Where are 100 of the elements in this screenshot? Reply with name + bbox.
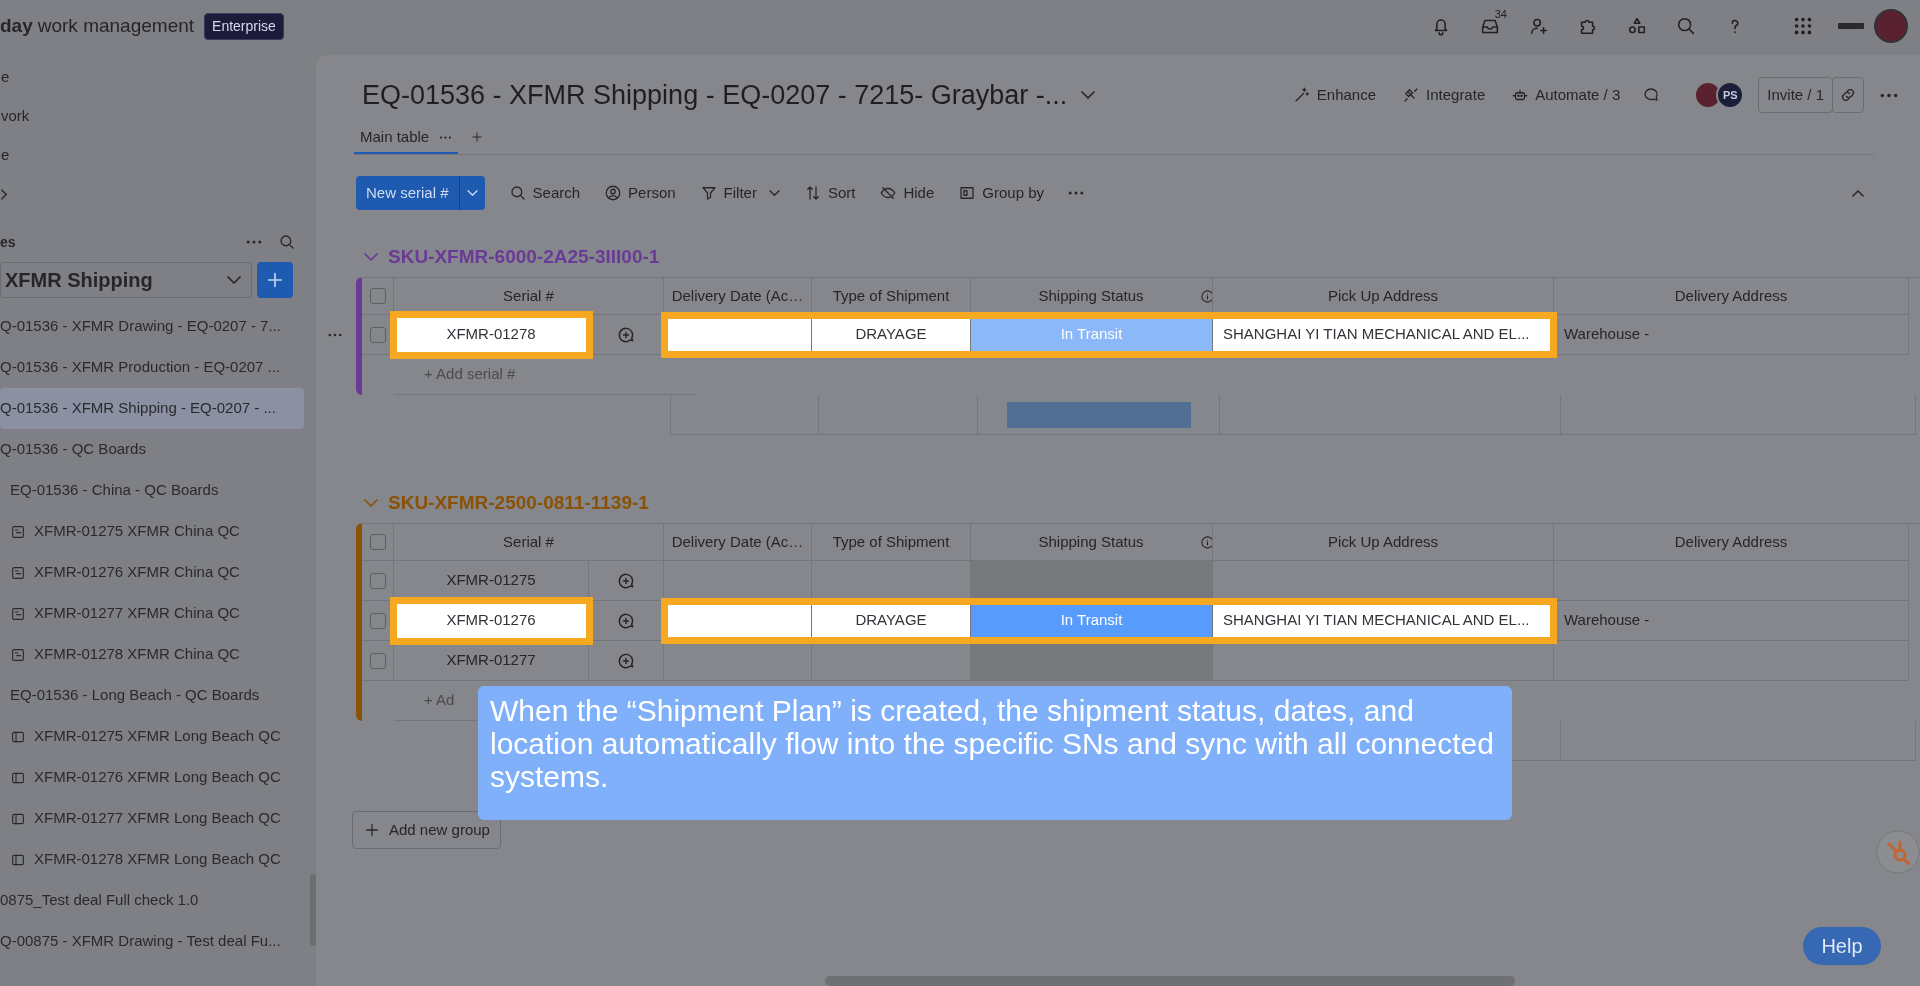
form-icon [10, 523, 26, 540]
enhance-button[interactable]: Enhance [1292, 83, 1376, 107]
tooltip-callout: When the “Shipment Plan” is created, the shipment status, dates, and location automatically flow into the specific SNs and sync with all connected systems. [478, 686, 1512, 820]
sidebar-item[interactable]: Q-01536 - XFMR Shipping - EQ-0207 - ... [0, 388, 304, 429]
caret-icon [768, 190, 780, 196]
user-avatar[interactable] [1874, 9, 1908, 43]
sidebar-nav-item[interactable]: e [1, 144, 10, 167]
plus-icon [470, 130, 485, 144]
column-header[interactable]: Delivery Address [1674, 284, 1788, 308]
more-button[interactable] [1068, 191, 1084, 195]
comment-icon [1642, 86, 1661, 104]
collapse-icon [1852, 189, 1864, 197]
sidebar-item[interactable]: XFMR-01277 XFMR Long Beach QC [0, 798, 304, 839]
person-tool-button[interactable]: Person [604, 181, 676, 205]
sidebar-item[interactable]: XFMR-01275 XFMR China QC [0, 511, 304, 552]
group-title[interactable]: SKU-XFMR-6000-2A25-3III00-1 [388, 242, 660, 272]
view-tab[interactable]: Main table [354, 122, 459, 154]
status-cell[interactable] [971, 641, 1213, 681]
inbox-count: 34 [1494, 7, 1507, 22]
search-tool-button[interactable]: Search [508, 181, 581, 205]
person-icon [604, 184, 623, 202]
select-all-checkbox[interactable] [369, 288, 386, 304]
row-checkbox[interactable] [369, 652, 386, 669]
sidebar-item[interactable]: 0875_Test deal Full check 1.0 [0, 880, 304, 921]
integrate-button[interactable]: Integrate [1402, 83, 1486, 107]
sidebar-nav-item[interactable]: e [1, 66, 10, 89]
comments-button[interactable] [1642, 86, 1661, 104]
column-header[interactable]: Pick Up Address [1327, 284, 1438, 308]
row-checkbox[interactable] [369, 326, 386, 343]
member-avatar: PS [1716, 81, 1745, 109]
form-icon [10, 646, 26, 663]
group-icon [958, 184, 977, 202]
eye-off-icon [879, 184, 898, 202]
sidebar-item[interactable]: Q-01536 - QC Boards [0, 429, 304, 470]
sidebar-item[interactable]: Q-00875 - XFMR Drawing - Test deal Fu... [0, 921, 304, 962]
status-cell[interactable] [971, 561, 1213, 601]
hide-tool-button[interactable]: Hide [879, 181, 935, 205]
sidebar-item[interactable]: XFMR-01276 XFMR Long Beach QC [0, 757, 304, 798]
column-header[interactable]: Shipping Status [1038, 284, 1144, 308]
chevron-right-icon [1, 189, 7, 200]
sidebar-item[interactable]: XFMR-01278 XFMR China QC [0, 634, 304, 675]
help-button[interactable]: Help [1803, 927, 1881, 965]
search-icon [1675, 15, 1697, 37]
link-icon [1839, 86, 1857, 104]
copy-link-button[interactable] [1832, 77, 1864, 113]
sidebar-item[interactable]: XFMR-01275 XFMR Long Beach QC [0, 716, 304, 757]
sidebar-nav-item[interactable]: vork [1, 105, 30, 128]
automate-button[interactable]: Automate / 3 [1511, 83, 1621, 107]
scrollbar[interactable] [310, 874, 316, 946]
more-icon [1068, 191, 1084, 195]
info-icon [1199, 534, 1212, 550]
column-header[interactable]: Serial # [503, 284, 554, 308]
new-item-button[interactable]: New serial # [356, 176, 459, 210]
plug-icon [1402, 86, 1420, 104]
more-icon [246, 240, 262, 244]
new-item-menu-button[interactable] [458, 176, 485, 210]
add-item-text[interactable]: + Add serial # [424, 363, 516, 386]
more-icon [1880, 92, 1898, 98]
select-all-checkbox[interactable] [369, 534, 386, 550]
add-button[interactable] [257, 262, 293, 298]
sidebar-item[interactable]: XFMR-01276 XFMR China QC [0, 552, 304, 593]
section-title: es [0, 232, 16, 252]
plan-badge: Enterprise [204, 12, 284, 40]
filter-icon [699, 184, 718, 202]
sidebar-item[interactable]: EQ-01536 - Long Beach - QC Boards [0, 675, 304, 716]
column-header[interactable]: Delivery Date (Ac… [671, 530, 804, 554]
search-icon [508, 184, 527, 202]
chevron-down-icon [227, 276, 241, 284]
filter-tool-button[interactable]: Filter [699, 181, 780, 205]
chevron-down-icon [1081, 91, 1096, 99]
serial-cell[interactable]: XFMR-01277 [394, 641, 589, 681]
sort-tool-button[interactable]: Sort [803, 181, 856, 205]
caret-icon [466, 190, 478, 196]
column-header[interactable]: Delivery Date (Ac… [671, 284, 804, 308]
sidebar-item[interactable]: XFMR-01277 XFMR China QC [0, 593, 304, 634]
info-icon [1199, 288, 1212, 304]
column-header[interactable]: Delivery Address [1674, 530, 1788, 554]
add-item-text[interactable]: + Ad [424, 689, 455, 712]
more-icon [439, 135, 453, 139]
column-header[interactable]: Pick Up Address [1327, 530, 1438, 554]
table-cell: Warehouse - [1554, 601, 1909, 641]
workspace-dropdown[interactable]: XFMR Shipping [0, 262, 252, 298]
column-header[interactable]: Type of Shipment [832, 284, 950, 308]
sidebar-item[interactable]: Q-01536 - XFMR Drawing - EQ-0207 - 7... [0, 306, 304, 347]
column-header[interactable]: Shipping Status [1038, 530, 1144, 554]
sidebar-item[interactable]: Q-01536 - XFMR Production - EQ-0207 ... [0, 347, 304, 388]
apps-grid-icon [1792, 15, 1814, 37]
inbox-button[interactable]: 34 [1471, 7, 1509, 45]
form-icon [10, 564, 26, 581]
row-checkbox[interactable] [369, 572, 386, 589]
column-header[interactable]: Serial # [503, 530, 554, 554]
row-checkbox[interactable] [369, 612, 386, 629]
scrollbar[interactable] [825, 976, 1515, 986]
form-icon [10, 605, 26, 622]
group-tool-button[interactable]: Group by [958, 181, 1044, 205]
collapse-icon [364, 253, 378, 261]
column-header[interactable]: Type of Shipment [832, 530, 950, 554]
more-button[interactable] [1880, 92, 1898, 98]
sidebar-item[interactable]: EQ-01536 - China - QC Boards [0, 470, 304, 511]
sidebar-item[interactable]: XFMR-01278 XFMR Long Beach QC [0, 839, 304, 880]
